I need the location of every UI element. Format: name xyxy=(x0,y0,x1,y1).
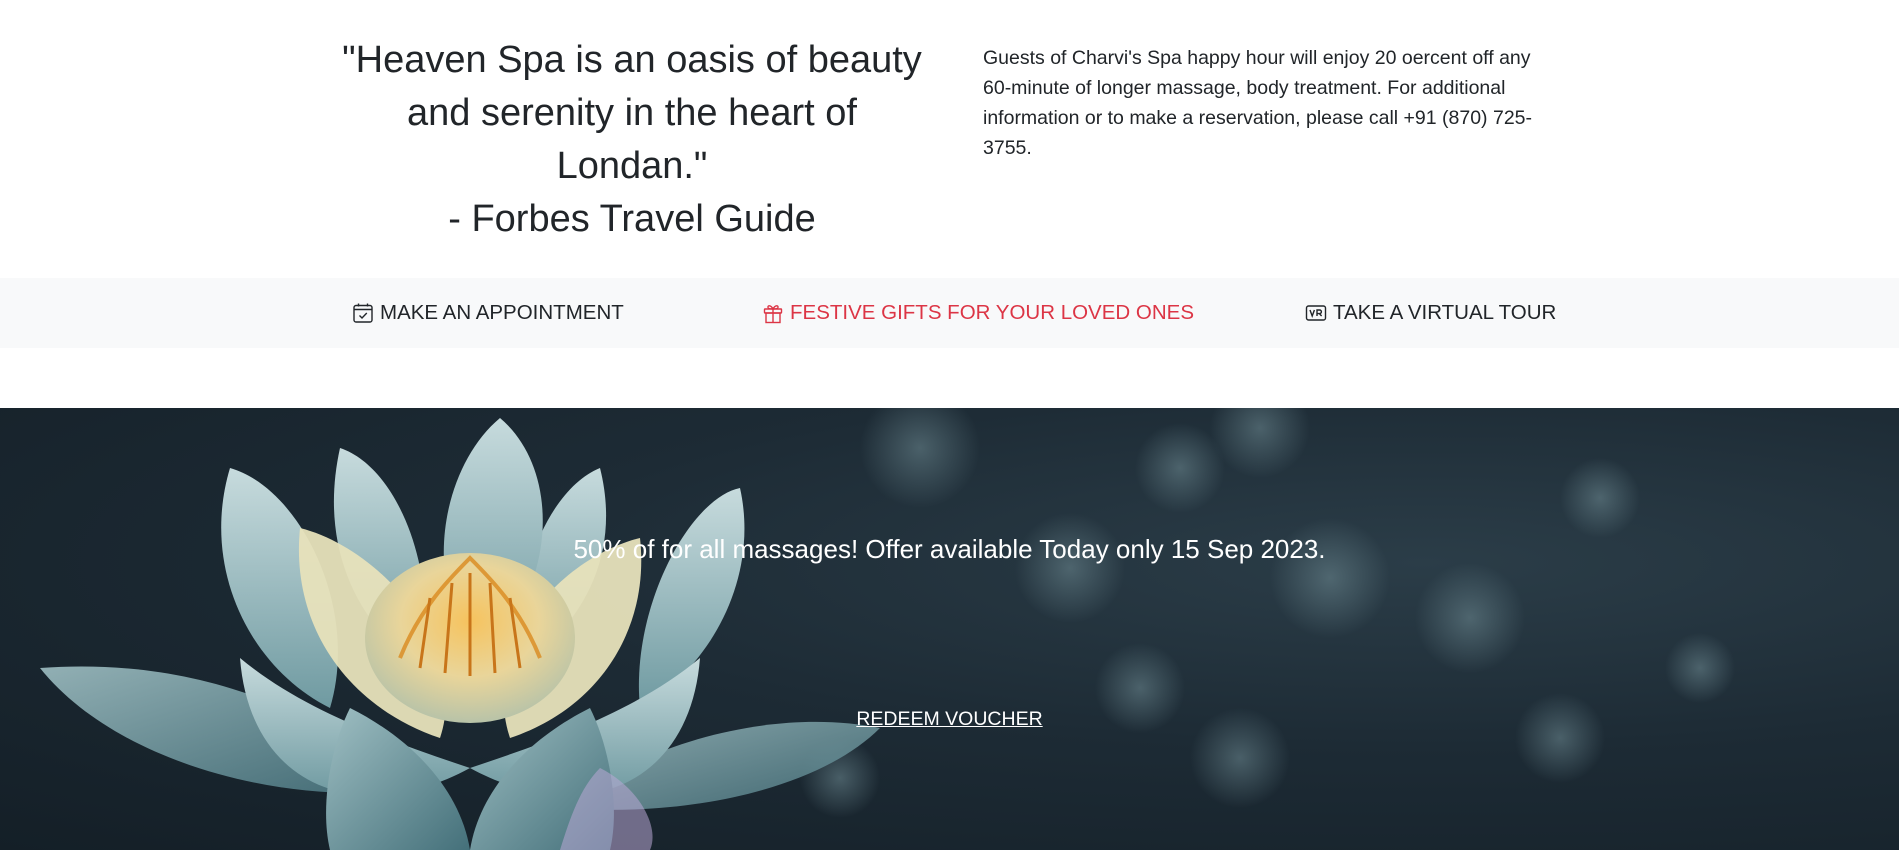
virtual-tour-link[interactable]: TAKE A VIRTUAL TOUR xyxy=(1305,278,1556,348)
lotus-background-image xyxy=(40,408,1735,850)
virtual-tour-label: TAKE A VIRTUAL TOUR xyxy=(1333,301,1557,324)
gift-icon xyxy=(762,302,784,324)
calendar-check-icon xyxy=(352,302,374,324)
vr-icon xyxy=(1305,302,1327,324)
quick-links-bar: MAKE AN APPOINTMENT FESTIVE GIFTS FOR YO… xyxy=(0,278,1899,348)
redeem-voucher-wrap: REDEEM VOUCHER xyxy=(0,708,1899,731)
quote-line: "Heaven Spa is an oasis of beauty xyxy=(342,39,922,81)
make-appointment-label: MAKE AN APPOINTMENT xyxy=(380,301,624,324)
happy-hour-info: Guests of Charvi's Spa happy hour will e… xyxy=(983,47,1532,159)
intro-section: "Heaven Spa is an oasis of beauty and se… xyxy=(0,0,1899,278)
quote-line: and serenity in the heart of Londan." xyxy=(407,92,857,187)
make-appointment-link[interactable]: MAKE AN APPOINTMENT xyxy=(352,278,624,348)
promo-banner: 50% of for all massages! Offer available… xyxy=(0,408,1899,850)
page-bottom-gap xyxy=(0,850,1899,865)
testimonial-quote: "Heaven Spa is an oasis of beauty and se… xyxy=(340,34,924,246)
quote-attribution: - Forbes Travel Guide xyxy=(448,198,816,240)
promo-offer-text: 50% of for all massages! Offer available… xyxy=(573,534,1326,564)
redeem-voucher-link[interactable]: REDEEM VOUCHER xyxy=(856,708,1042,730)
festive-gifts-label: FESTIVE GIFTS FOR YOUR LOVED ONES xyxy=(790,301,1194,324)
festive-gifts-link[interactable]: FESTIVE GIFTS FOR YOUR LOVED ONES xyxy=(762,278,1194,348)
